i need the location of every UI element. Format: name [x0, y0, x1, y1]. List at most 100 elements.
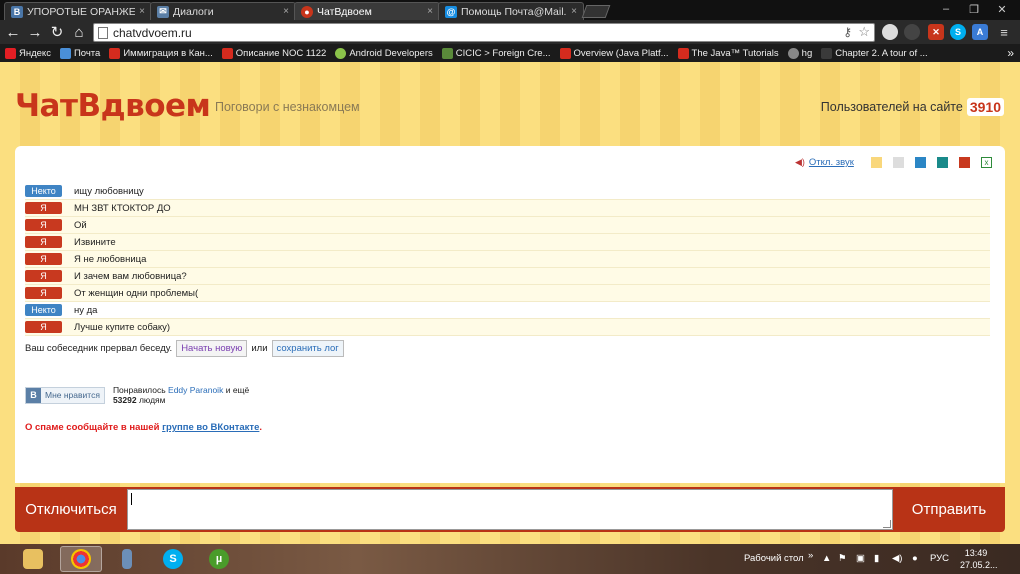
bookmark[interactable]: Иммиграция в Кан... — [109, 47, 213, 59]
extension-icon[interactable] — [904, 24, 920, 40]
vk-like-count-suffix: людям — [138, 395, 166, 405]
me-badge: Я — [25, 236, 62, 248]
tab-title: ЧатВдвоем — [317, 5, 372, 18]
taskbar-utorrent[interactable]: µ — [198, 546, 240, 572]
new-tab-button[interactable] — [581, 5, 611, 18]
star-icon[interactable]: ☆ — [858, 24, 870, 40]
sound-toggle-link[interactable]: Откл. звук — [809, 157, 854, 168]
forward-icon[interactable]: → — [26, 23, 44, 41]
disconnect-button[interactable]: Отключиться — [15, 487, 127, 532]
bookmark-icon — [787, 47, 799, 59]
theme-swatch-yellow[interactable] — [871, 157, 882, 168]
bookmark-label: Overview (Java Platf... — [573, 47, 669, 59]
reload-icon[interactable]: ↻ — [48, 23, 66, 41]
volume-icon[interactable]: ◀) — [892, 553, 902, 564]
spam-notice: О спаме сообщайте в нашей группе во ВКон… — [25, 422, 262, 433]
bookmark[interactable]: Почта — [59, 47, 100, 59]
message-text: От женщин одни проблемы( — [74, 287, 199, 299]
taskbar-app[interactable] — [106, 546, 148, 572]
vk-like-label: Мне нравится — [45, 390, 100, 400]
start-new-button[interactable]: Начать новую — [176, 340, 248, 357]
bookmark-icon — [109, 47, 121, 59]
close-icon[interactable]: × — [283, 6, 289, 17]
bookmark-icon — [335, 47, 347, 59]
desktop-toolbar-arrow[interactable]: » — [808, 550, 813, 561]
resize-grip-icon[interactable] — [883, 520, 891, 528]
or-text: или — [251, 343, 268, 354]
clock-date: 27.05.2... — [960, 560, 998, 570]
message-input[interactable] — [127, 489, 893, 530]
browser-tab[interactable]: ✉ Диалоги × — [150, 2, 296, 20]
close-icon[interactable]: × — [139, 6, 145, 17]
browser-tab-strip: В УПОРОТЫЕ ОРАНЖЕВЫЕ × ✉ Диалоги × ● Чат… — [0, 0, 1020, 20]
spam-end: . — [259, 422, 263, 433]
maximize-icon[interactable]: ❐ — [960, 0, 988, 18]
back-icon[interactable]: ← — [4, 23, 22, 41]
bookmark[interactable]: Яндекс — [5, 47, 51, 59]
site-logo[interactable]: ЧатВдвоем — [15, 88, 211, 124]
theme-swatch-teal[interactable] — [937, 157, 948, 168]
browser-tab[interactable]: @ Помощь Почта@Mail.Ru × — [438, 2, 584, 20]
taskbar-chrome[interactable] — [60, 546, 102, 572]
stranger-badge: Некто — [25, 304, 62, 316]
vk-liked-suffix: и ещё — [225, 385, 250, 395]
windows-taskbar: S µ Рабочий стол » ▲ ⚑ ▣ ▮ ◀) ● РУС 13:4… — [0, 544, 1020, 574]
theme-swatch-red[interactable] — [959, 157, 970, 168]
taskbar-skype[interactable]: S — [152, 546, 194, 572]
vk-like-button[interactable]: B Мне нравится — [25, 386, 105, 404]
minimize-icon[interactable]: – — [932, 0, 960, 18]
desktop-toolbar-label[interactable]: Рабочий стол — [744, 553, 804, 564]
message-text: И зачем вам любовница? — [74, 270, 187, 282]
extension-icon[interactable] — [882, 24, 898, 40]
bookmark[interactable]: Chapter 2. A tour of ... — [821, 47, 928, 59]
vk-group-link[interactable]: группе во ВКонтакте — [162, 422, 259, 433]
message-text: Лучше купите собаку) — [74, 321, 171, 333]
bookmark[interactable]: Overview (Java Platf... — [559, 47, 669, 59]
bookmark[interactable]: hg — [787, 47, 812, 59]
tray-arrow-icon[interactable]: ▲ — [822, 553, 831, 564]
bookmark[interactable]: Описание NOC 1122 — [221, 47, 327, 59]
close-icon[interactable]: × — [571, 6, 577, 17]
bookmarks-more-button[interactable]: » — [1007, 46, 1014, 60]
sound-toggle[interactable]: ◀) Откл. звук — [795, 157, 854, 168]
theme-swatch-gray[interactable] — [893, 157, 904, 168]
clock-time: 13:49 — [964, 548, 988, 558]
taskbar-explorer[interactable] — [12, 546, 54, 572]
bookmark-label: Chapter 2. A tour of ... — [835, 47, 928, 59]
browser-tab-active[interactable]: ● ЧатВдвоем × — [294, 2, 440, 20]
excel-icon[interactable]: x — [981, 157, 992, 168]
bookmark[interactable]: Android Developers — [335, 47, 433, 59]
bookmark[interactable]: CICIC > Foreign Cre... — [441, 47, 551, 59]
save-log-button[interactable]: сохранить лог — [271, 340, 344, 357]
system-clock[interactable]: 13:49 27.05.2... — [960, 547, 998, 571]
bookmark-label: Описание NOC 1122 — [235, 47, 327, 59]
tray-app-icon[interactable]: ▣ — [856, 553, 865, 564]
extension-icon[interactable]: ✕ — [928, 24, 944, 40]
message-row: Я МН ЗВТ КТОКТОР ДО — [25, 200, 990, 217]
bookmark[interactable]: The Java™ Tutorials — [677, 47, 779, 59]
home-icon[interactable]: ⌂ — [70, 23, 88, 41]
bookmark-icon — [559, 47, 571, 59]
theme-swatch-blue[interactable] — [915, 157, 926, 168]
language-indicator[interactable]: РУС — [930, 553, 949, 564]
skype-tray-icon[interactable]: ● — [912, 553, 918, 564]
bookmark-icon — [441, 47, 453, 59]
browser-toolbar: ← → ↻ ⌂ chatvdvoem.ru ⚷ ☆ ✕ S A ≡ — [0, 20, 1020, 44]
skype-icon[interactable]: S — [950, 24, 966, 40]
bookmark-icon — [5, 47, 16, 59]
menu-icon[interactable]: ≡ — [996, 24, 1012, 40]
close-icon[interactable]: × — [427, 6, 433, 17]
network-icon[interactable]: ▮ — [874, 553, 879, 564]
translate-icon[interactable]: A — [972, 24, 988, 40]
address-bar[interactable]: chatvdvoem.ru ⚷ ☆ — [93, 23, 875, 42]
send-button[interactable]: Отправить — [893, 487, 1005, 532]
close-window-icon[interactable]: ✕ — [988, 0, 1016, 18]
browser-tab[interactable]: В УПОРОТЫЕ ОРАНЖЕВЫЕ × — [4, 2, 152, 20]
flag-icon[interactable]: ⚑ — [838, 553, 847, 564]
key-icon[interactable]: ⚷ — [843, 25, 852, 39]
chat-input-bar: Отключиться Отправить — [15, 487, 1005, 532]
vk-icon: В — [11, 5, 23, 18]
message-row: Я Извините — [25, 234, 990, 251]
bookmark-icon — [221, 47, 233, 59]
vk-liked-user-link[interactable]: Eddy Paranoik — [168, 385, 223, 395]
